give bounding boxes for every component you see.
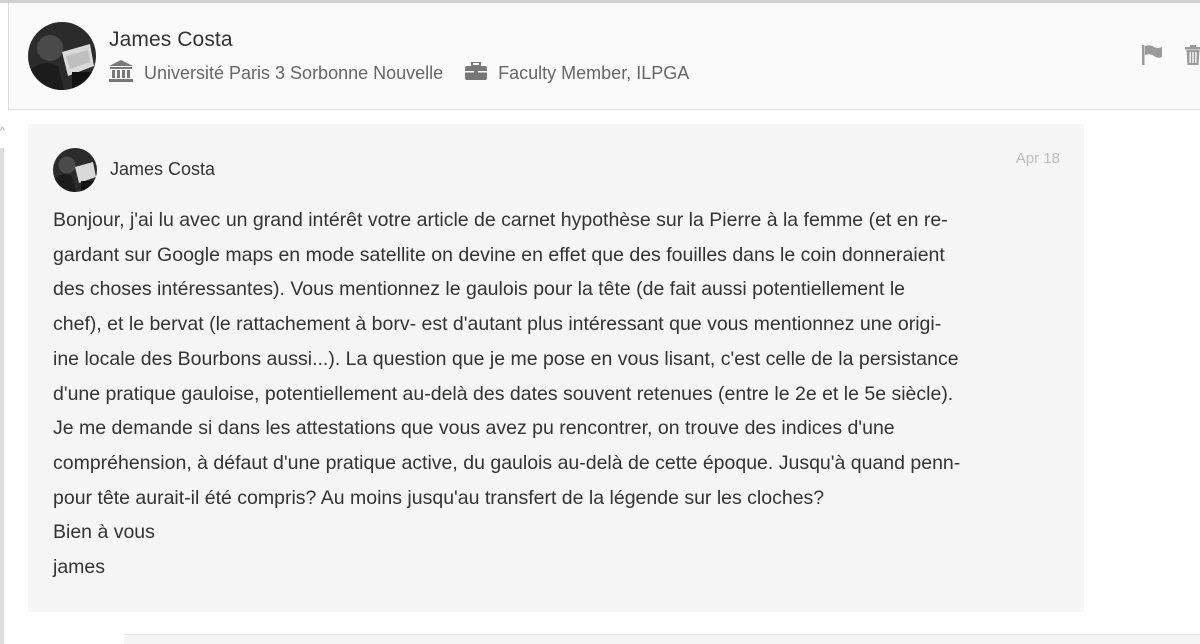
message-author[interactable]: James Costa <box>110 159 215 180</box>
reply-card-partial <box>124 634 1200 644</box>
message-signoff: Bien à vous <box>53 521 155 544</box>
flag-icon[interactable] <box>1141 45 1163 70</box>
message-line: Je me demande si dans les attestations q… <box>53 417 895 440</box>
message-avatar[interactable] <box>53 148 97 192</box>
scrollbar[interactable] <box>0 148 4 644</box>
institution-building-icon <box>109 60 133 87</box>
message-line: compréhension, à défaut d'une pratique a… <box>53 451 961 474</box>
profile-meta: Université Paris 3 Sorbonne Nouvelle Fac… <box>109 60 689 87</box>
position-title: Faculty Member, ILPGA <box>498 63 690 83</box>
message-body: Bonjour, j'ai lu avec un grand intérêt v… <box>53 203 1063 585</box>
panel-divider <box>8 3 9 110</box>
message-card: James Costa Apr 18 Bonjour, j'ai lu avec… <box>28 124 1084 612</box>
scroll-up-icon[interactable]: ^ <box>0 126 5 137</box>
message-line: Bonjour, j'ai lu avec un grand intérêt v… <box>53 209 948 231</box>
message-date: Apr 18 <box>1015 150 1060 167</box>
message-line: ine locale des Bourbons aussi...). La qu… <box>53 347 959 370</box>
message-line: gardant sur Google maps en mode satellit… <box>53 243 945 266</box>
message-signature: james <box>53 556 106 579</box>
conversation-header: James Costa Université Paris 3 Sorbonne … <box>9 3 1200 110</box>
message-line: pour tête aurait-il été compris? Au moin… <box>53 486 825 509</box>
message-line: chef), et le bervat (le rattachement à b… <box>53 313 942 336</box>
message-line: des choses intéressantes). Vous mentionn… <box>53 278 906 301</box>
briefcase-icon <box>465 61 488 85</box>
avatar[interactable] <box>28 22 96 90</box>
message-line: d'une pratique gauloise, potentiellement… <box>53 382 954 405</box>
institution-name[interactable]: Université Paris 3 Sorbonne Nouvelle <box>144 63 443 84</box>
trash-icon[interactable] <box>1185 45 1200 70</box>
profile-name[interactable]: James Costa <box>109 28 233 52</box>
